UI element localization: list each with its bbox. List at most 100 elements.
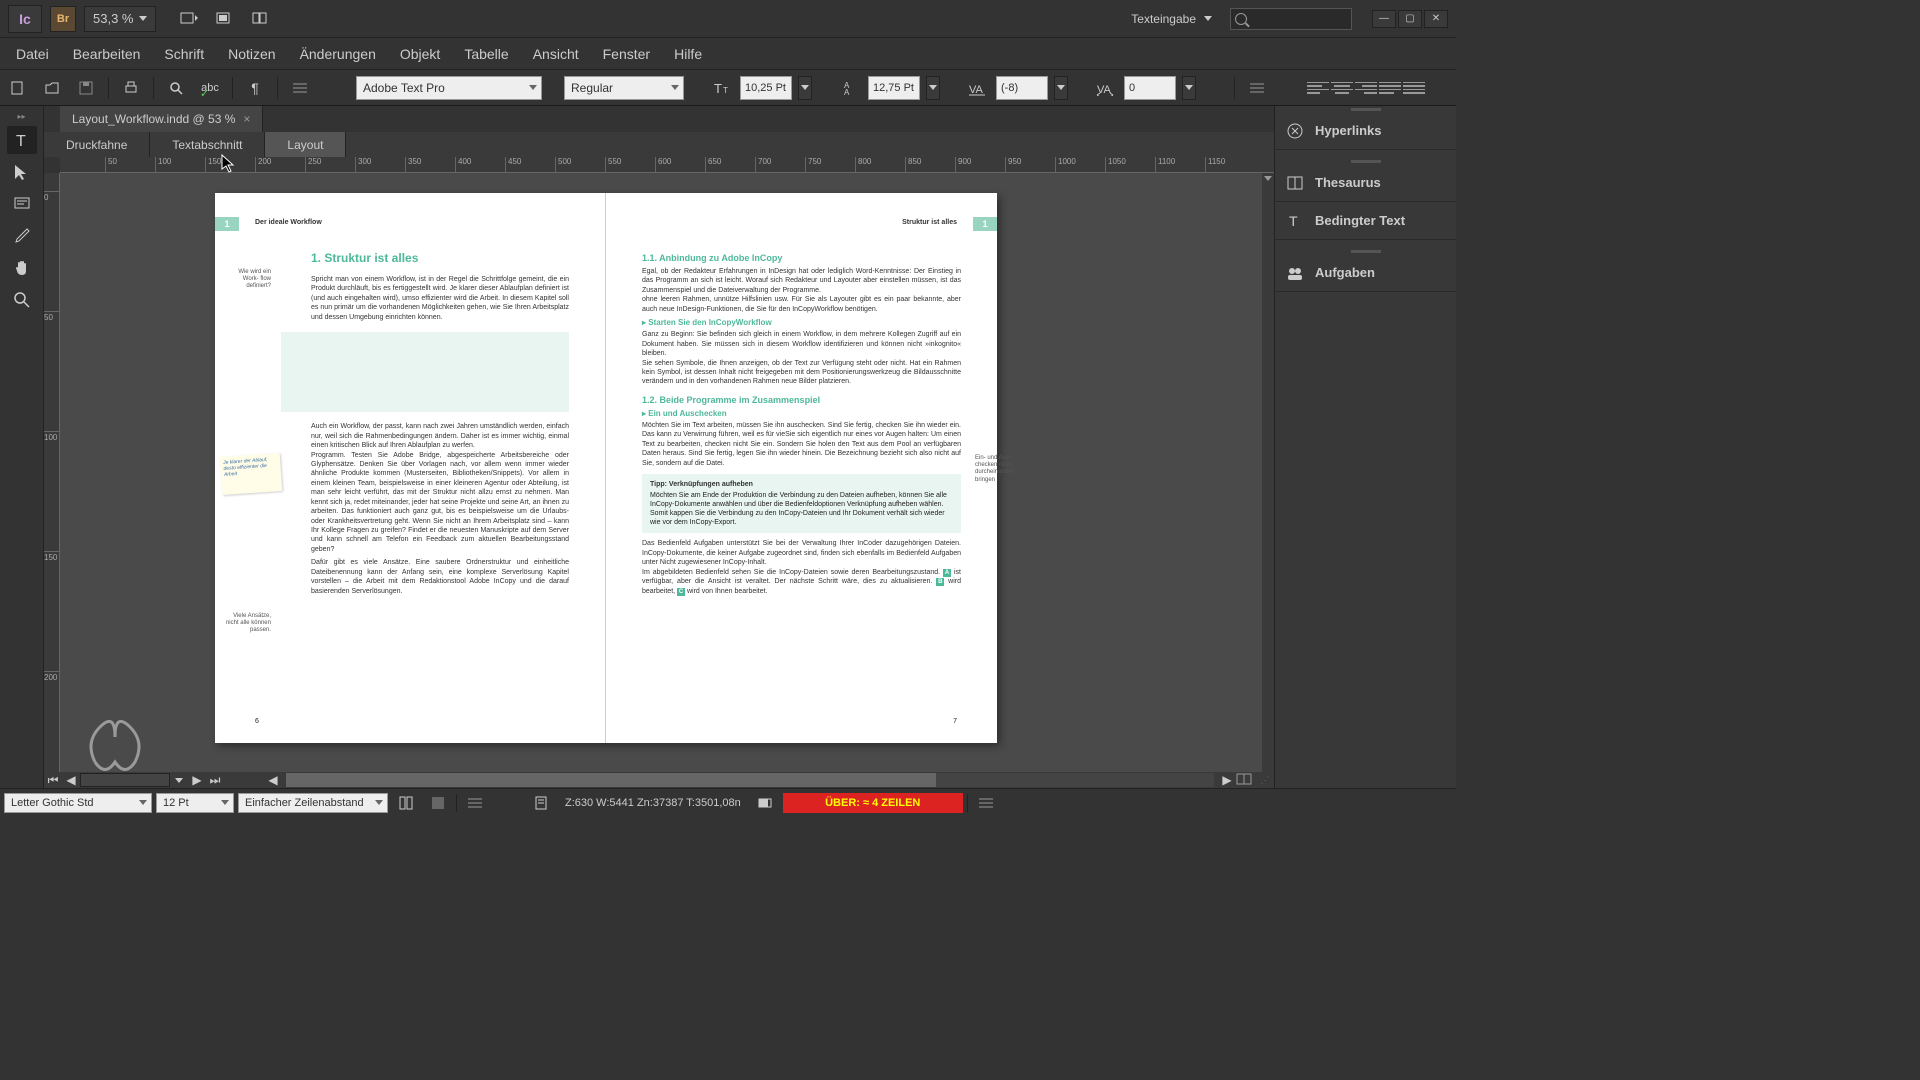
position-tool[interactable] — [7, 158, 37, 186]
heading-1: 1. Struktur ist alles — [311, 251, 569, 265]
prev-page-button[interactable]: ◀ — [62, 772, 80, 788]
minimize-button[interactable]: — — [1372, 10, 1396, 28]
layout-canvas[interactable]: 1 Der ideale Workflow 1. Struktur ist al… — [60, 173, 1274, 772]
assignments-icon — [1285, 263, 1305, 283]
leading-icon: AA — [840, 80, 862, 96]
tracking-stepper[interactable] — [1182, 76, 1196, 100]
margin-note: Wie wird ein Work- flow definiert? — [221, 269, 271, 291]
justify-left-button[interactable] — [1379, 78, 1401, 98]
scrollbar-vertical[interactable] — [1262, 173, 1274, 772]
resize-grip[interactable]: ⋰ — [1256, 772, 1274, 788]
align-right-button[interactable] — [1355, 78, 1377, 98]
status-font-combo[interactable]: Letter Gothic Std — [4, 793, 152, 813]
scroll-up-icon[interactable] — [1264, 176, 1272, 181]
collapse-icon[interactable]: ▸▸ — [0, 112, 43, 122]
menu-tabelle[interactable]: Tabelle — [454, 40, 518, 68]
type-tool[interactable]: T — [7, 126, 37, 154]
menu-hilfe[interactable]: Hilfe — [664, 40, 712, 68]
scroll-left-button[interactable]: ◀ — [264, 772, 282, 788]
scroll-right-button[interactable]: ▶ — [1218, 772, 1236, 788]
page-combo[interactable] — [80, 773, 170, 787]
text-mode-icon[interactable] — [424, 791, 452, 815]
margin-note: Ein- und Aus- checken nicht durcheinande… — [975, 455, 1025, 484]
view-tab-druckfahne[interactable]: Druckfahne — [44, 132, 150, 157]
last-page-button[interactable]: ⏭ — [206, 772, 224, 788]
font-family-combo[interactable]: Adobe Text Pro — [356, 76, 542, 100]
panel-menu-icon[interactable] — [461, 791, 489, 815]
tracking-field[interactable]: 0 — [1124, 76, 1176, 100]
panel-dock: Hyperlinks Thesaurus T Bedingter Text Au… — [1274, 106, 1456, 788]
status-leading-combo[interactable]: Einfacher Zeilenabstand — [238, 793, 388, 813]
kerning-field[interactable]: (-8) — [996, 76, 1048, 100]
align-left-button[interactable] — [1307, 78, 1329, 98]
overset-indicator[interactable]: ÜBER: ≈ 4 ZEILEN — [783, 793, 963, 813]
screen-mode-button[interactable] — [212, 8, 238, 30]
bridge-icon[interactable]: Br — [50, 6, 76, 32]
leading-stepper[interactable] — [926, 76, 940, 100]
font-size-field[interactable]: 10,25 Pt — [740, 76, 792, 100]
svg-text:VA: VA — [969, 84, 984, 96]
panel-label: Bedingter Text — [1315, 213, 1405, 228]
panel-menu-icon[interactable] — [1243, 76, 1271, 100]
close-button[interactable]: ✕ — [1424, 10, 1448, 28]
search-input[interactable] — [1230, 8, 1352, 30]
eyedropper-tool[interactable] — [7, 222, 37, 250]
font-size-icon: TT — [712, 80, 734, 96]
note-tool[interactable] — [7, 190, 37, 218]
show-hidden-button[interactable]: ¶ — [241, 76, 269, 100]
menu-schrift[interactable]: Schrift — [154, 40, 214, 68]
find-button[interactable] — [162, 76, 190, 100]
view-tab-layout[interactable]: Layout — [265, 132, 346, 157]
print-button[interactable] — [117, 76, 145, 100]
menu-notizen[interactable]: Notizen — [218, 40, 285, 68]
scrollbar-horizontal[interactable] — [286, 773, 1214, 787]
hand-tool[interactable] — [7, 254, 37, 282]
close-tab-icon[interactable]: × — [243, 112, 250, 126]
leading-field[interactable]: 12,75 Pt — [868, 76, 920, 100]
margin-note: Viele Ansätze, nicht alle können passen. — [221, 613, 271, 635]
menu-aenderungen[interactable]: Änderungen — [290, 40, 386, 68]
zoom-tool[interactable] — [7, 286, 37, 314]
font-size-stepper[interactable] — [798, 76, 812, 100]
document-area: Layout_Workflow.indd @ 53 % × Druckfahne… — [44, 106, 1274, 788]
spellcheck-button[interactable]: abc✓ — [196, 76, 224, 100]
body-text: Sie sehen Symbole, die Ihnen anzeigen, o… — [642, 359, 961, 387]
columns-icon[interactable] — [392, 791, 420, 815]
menu-ansicht[interactable]: Ansicht — [523, 40, 589, 68]
justify-all-button[interactable] — [1403, 78, 1425, 98]
view-options-button[interactable] — [176, 8, 202, 30]
align-center-button[interactable] — [1331, 78, 1353, 98]
ruler-vertical[interactable]: 050100150200 — [44, 173, 60, 772]
copyfit-progress-icon[interactable] — [751, 791, 779, 815]
copyfit-icon[interactable] — [527, 791, 555, 815]
page-navigator: ⏮ ◀ ▶ ⏭ ◀ ▶ ⋰ — [44, 772, 1274, 788]
ruler-horizontal[interactable]: 5010015020025030035040045050055060065070… — [60, 157, 1274, 173]
arrange-documents-button[interactable] — [248, 8, 274, 30]
kerning-stepper[interactable] — [1054, 76, 1068, 100]
menu-datei[interactable]: Datei — [6, 40, 59, 68]
panel-bedingter-text[interactable]: T Bedingter Text — [1275, 202, 1456, 240]
panel-hyperlinks[interactable]: Hyperlinks — [1275, 112, 1456, 150]
save-button[interactable] — [72, 76, 100, 100]
menu-bearbeiten[interactable]: Bearbeiten — [63, 40, 151, 68]
maximize-button[interactable]: ▢ — [1398, 10, 1422, 28]
panel-menu-icon[interactable] — [286, 76, 314, 100]
panel-menu-icon[interactable] — [972, 791, 1000, 815]
page-combo-dropdown[interactable] — [170, 772, 188, 788]
status-size-combo[interactable]: 12 Pt — [156, 793, 234, 813]
new-button[interactable] — [4, 76, 32, 100]
panel-thesaurus[interactable]: Thesaurus — [1275, 164, 1456, 202]
menu-fenster[interactable]: Fenster — [593, 40, 660, 68]
tool-panel: ▸▸ T — [0, 106, 44, 788]
first-page-button[interactable]: ⏮ — [44, 772, 62, 788]
workspace-switcher[interactable]: Texteingabe — [1121, 5, 1222, 33]
open-button[interactable] — [38, 76, 66, 100]
next-page-button[interactable]: ▶ — [188, 772, 206, 788]
split-view-button[interactable] — [1236, 773, 1256, 787]
document-tab[interactable]: Layout_Workflow.indd @ 53 % × — [60, 106, 263, 132]
menu-objekt[interactable]: Objekt — [390, 40, 450, 68]
panel-aufgaben[interactable]: Aufgaben — [1275, 254, 1456, 292]
view-tab-textabschnitt[interactable]: Textabschnitt — [150, 132, 265, 157]
font-style-combo[interactable]: Regular — [564, 76, 684, 100]
zoom-combo[interactable]: 53,3 % — [84, 6, 156, 32]
